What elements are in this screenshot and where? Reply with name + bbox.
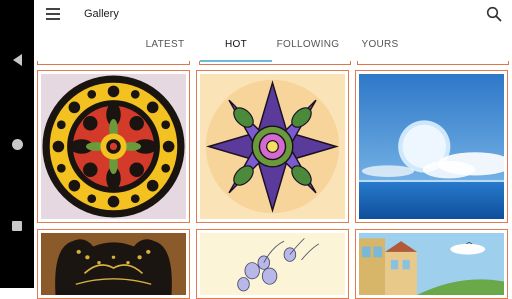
artwork-thumbnail — [41, 74, 186, 219]
gallery-card[interactable] — [196, 229, 349, 299]
back-icon[interactable] — [0, 48, 34, 72]
tab-yours[interactable]: YOURS — [352, 34, 408, 62]
artwork-thumbnail — [200, 233, 345, 295]
tab-label: FOLLOWING — [276, 39, 340, 50]
gallery-card[interactable] — [355, 70, 508, 223]
gallery-card[interactable] — [355, 229, 508, 299]
tab-following[interactable]: FOLLOWING — [274, 34, 342, 62]
artwork-thumbnail — [359, 74, 504, 219]
gallery-card[interactable] — [37, 229, 190, 299]
card-edge — [357, 61, 509, 65]
hamburger-menu-icon[interactable] — [46, 8, 60, 20]
artwork-thumbnail — [41, 233, 186, 295]
artwork-thumbnail — [359, 233, 504, 295]
tab-bar: LATEST HOT FOLLOWING YOURS — [34, 34, 512, 62]
recents-icon[interactable] — [0, 214, 34, 238]
app-screen: Gallery LATEST HOT FOLLOWING YOURS — [34, 0, 512, 299]
tab-latest[interactable]: LATEST — [134, 34, 196, 62]
tab-label: HOT — [224, 39, 247, 50]
page-title: Gallery — [84, 8, 119, 20]
home-icon[interactable] — [0, 132, 34, 156]
app-bar: Gallery — [34, 0, 512, 30]
tab-label: YOURS — [361, 39, 399, 50]
tab-hot[interactable]: HOT — [200, 34, 272, 62]
search-icon[interactable] — [486, 6, 502, 22]
system-navigation-bar — [0, 0, 34, 288]
tab-label: LATEST — [145, 39, 185, 50]
card-edge — [37, 61, 190, 65]
gallery-card[interactable] — [196, 70, 349, 223]
gallery-card[interactable] — [37, 70, 190, 223]
artwork-thumbnail — [200, 74, 345, 219]
card-edge — [199, 61, 351, 65]
